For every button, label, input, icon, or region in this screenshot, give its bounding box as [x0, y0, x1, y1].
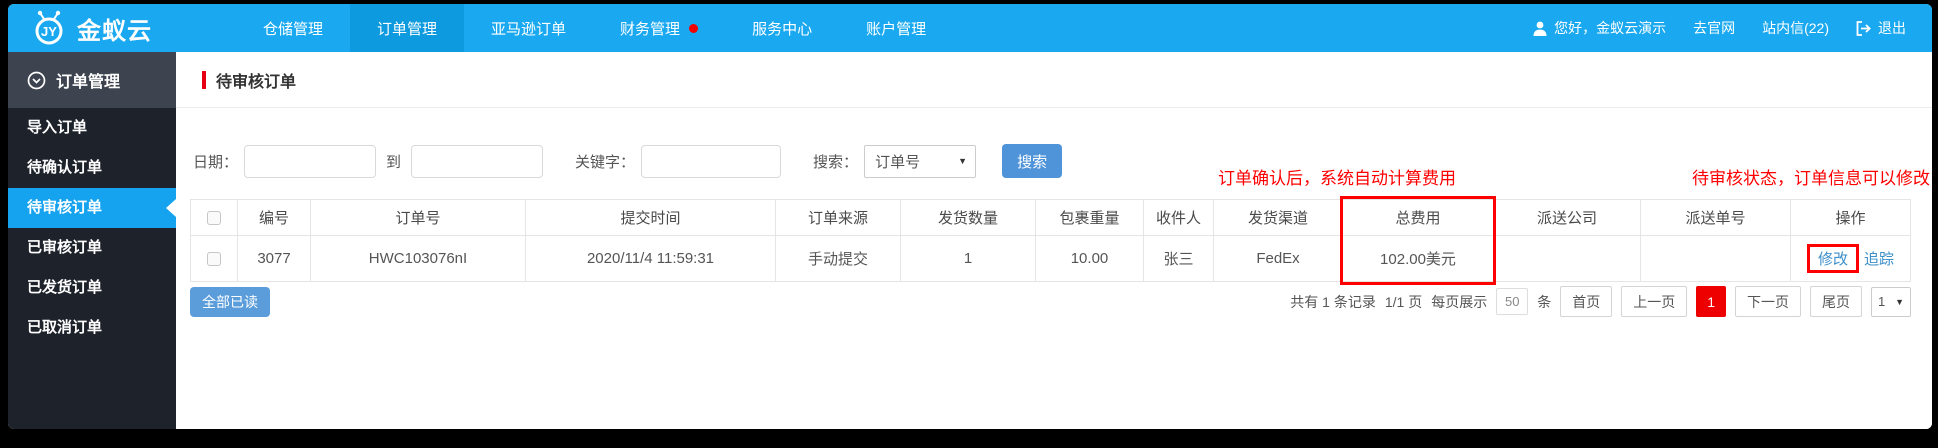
cell-source: 手动提交: [775, 235, 901, 282]
date-from-input[interactable]: [244, 144, 377, 178]
user-greeting[interactable]: 您好，金蚁云演示: [1533, 18, 1666, 38]
chevron-down-circle-icon: [27, 71, 46, 89]
logout-button[interactable]: 退出: [1856, 18, 1906, 38]
svg-text:JY: JY: [41, 24, 57, 39]
nav-tab-warehouse[interactable]: 仓储管理: [236, 4, 350, 52]
date-label: 日期：: [193, 153, 239, 171]
prev-page-button[interactable]: 上一页: [1621, 286, 1688, 317]
header-qty: 发货数量: [900, 199, 1036, 236]
page-jump-select[interactable]: 1 ▼: [1871, 286, 1911, 317]
date-to-input[interactable]: [411, 144, 544, 178]
header-submit-time: 提交时间: [525, 199, 776, 236]
cell-submit-time: 2020/11/4 11:59:31: [525, 235, 776, 282]
header-select-all: [190, 199, 238, 236]
select-all-checkbox[interactable]: [207, 211, 221, 226]
sidebar: 订单管理 导入订单 待确认订单 待审核订单 已审核订单 已发货订单 已取消订单: [8, 52, 176, 429]
official-site-link[interactable]: 去官网: [1693, 18, 1735, 38]
cell-order-no: HWC103076nI: [310, 235, 526, 282]
title-accent-bar: [202, 70, 206, 89]
sidebar-item-pending-review-orders[interactable]: 待审核订单: [8, 188, 176, 228]
cell-recipient: 张三: [1143, 235, 1214, 282]
page-title: 待审核订单: [216, 73, 297, 91]
table-header-row: 编号 订单号 提交时间 订单来源 发货数量 包裹重量 收件人 发货渠道 总费用 …: [190, 199, 1911, 236]
nav-tab-finance[interactable]: 财务管理: [593, 4, 725, 52]
cell-total-fee: 102.00美元: [1342, 235, 1494, 282]
cell-actions: 修改 追踪: [1790, 235, 1911, 282]
header-recipient: 收件人: [1143, 199, 1214, 236]
nav-tab-service-center[interactable]: 服务中心: [725, 4, 839, 52]
brand-name: 金蚁云: [77, 17, 152, 45]
cell-id: 3077: [237, 235, 311, 282]
next-page-button[interactable]: 下一页: [1735, 286, 1801, 317]
annotation-status-note: 待审核状态，订单信息可以修改: [1692, 169, 1930, 188]
page-summary: 1/1 页: [1384, 293, 1423, 310]
per-page-unit: 条: [1537, 293, 1552, 310]
header-tracking-no: 派送单号: [1640, 199, 1791, 236]
brand-logo[interactable]: JY 金蚁云: [8, 4, 236, 52]
chevron-down-icon: ▼: [1895, 296, 1904, 307]
sidebar-item-pending-confirm-orders[interactable]: 待确认订单: [8, 148, 176, 188]
sidebar-item-cancelled-orders[interactable]: 已取消订单: [8, 308, 176, 348]
logout-icon: [1856, 20, 1871, 36]
modify-highlight-box: 修改: [1806, 244, 1859, 273]
orders-table-wrap: 编号 订单号 提交时间 订单来源 发货数量 包裹重量 收件人 发货渠道 总费用 …: [190, 196, 1911, 285]
search-button[interactable]: 搜索: [1002, 144, 1063, 178]
cell-qty: 1: [900, 235, 1036, 282]
record-summary: 共有 1 条记录: [1290, 293, 1376, 310]
page-title-bar: 待审核订单: [176, 52, 1932, 108]
header-weight: 包裹重量: [1035, 199, 1144, 236]
date-to-label: 到: [386, 153, 402, 171]
per-page-input[interactable]: [1496, 288, 1529, 315]
filter-toolbar: 日期： 到 关键字： 搜索： 订单号 ▼ 搜索: [193, 144, 1932, 178]
navbar-right: 您好，金蚁云演示 去官网 站内信(22) 退出: [1533, 4, 1932, 52]
keyword-input[interactable]: [641, 144, 782, 178]
mark-all-read-button[interactable]: 全部已读: [190, 286, 270, 317]
current-page-button[interactable]: 1: [1696, 286, 1726, 317]
app-window: JY 金蚁云 仓储管理 订单管理 亚马逊订单 财务管理 服务中心 账户管理 您好…: [8, 4, 1932, 429]
ant-logo-icon: JY: [35, 10, 63, 45]
header-id: 编号: [237, 199, 311, 236]
row-checkbox[interactable]: [207, 252, 221, 267]
top-navbar: JY 金蚁云 仓储管理 订单管理 亚马逊订单 财务管理 服务中心 账户管理 您好…: [8, 4, 1932, 52]
header-order-no: 订单号: [310, 199, 526, 236]
cell-channel: FedEx: [1213, 235, 1343, 282]
sidebar-header-orders[interactable]: 订单管理: [8, 52, 176, 108]
keyword-label: 关键字：: [575, 153, 636, 171]
nav-tab-account[interactable]: 账户管理: [839, 4, 953, 52]
header-delivery-company: 派送公司: [1493, 199, 1641, 236]
cell-weight: 10.00: [1035, 235, 1144, 282]
modify-link[interactable]: 修改: [1818, 251, 1848, 268]
table-footer: 全部已读 共有 1 条记录 1/1 页 每页展示 条 首页 上一页 1 下一页 …: [190, 286, 1911, 317]
main-content: 待审核订单 日期： 到 关键字： 搜索： 订单号 ▼ 搜索 订单确认后，系统自动…: [176, 52, 1932, 429]
orders-table: 编号 订单号 提交时间 订单来源 发货数量 包裹重量 收件人 发货渠道 总费用 …: [190, 199, 1911, 282]
sidebar-item-shipped-orders[interactable]: 已发货订单: [8, 268, 176, 308]
cell-delivery-company: [1493, 235, 1641, 282]
header-actions: 操作: [1790, 199, 1911, 236]
per-page-label: 每页展示: [1431, 293, 1488, 310]
header-source: 订单来源: [775, 199, 901, 236]
notification-dot-icon: [689, 23, 699, 33]
header-total-fee: 总费用: [1342, 199, 1494, 236]
main-menu: 仓储管理 订单管理 亚马逊订单 财务管理 服务中心 账户管理: [236, 4, 953, 52]
first-page-button[interactable]: 首页: [1560, 286, 1613, 317]
annotation-fee-note: 订单确认后，系统自动计算费用: [1218, 169, 1456, 188]
cell-tracking-no: [1640, 235, 1791, 282]
nav-tab-amazon-orders[interactable]: 亚马逊订单: [464, 4, 593, 52]
search-type-label: 搜索：: [813, 153, 859, 171]
last-page-button[interactable]: 尾页: [1810, 286, 1862, 317]
nav-tab-orders[interactable]: 订单管理: [350, 4, 465, 52]
chevron-down-icon: ▼: [958, 156, 968, 166]
site-messages-link[interactable]: 站内信(22): [1762, 18, 1829, 38]
pagination: 共有 1 条记录 1/1 页 每页展示 条 首页 上一页 1 下一页 尾页 1 …: [1290, 286, 1911, 317]
header-channel: 发货渠道: [1213, 199, 1343, 236]
table-row: 3077 HWC103076nI 2020/11/4 11:59:31 手动提交…: [190, 235, 1911, 282]
track-link[interactable]: 追踪: [1864, 251, 1894, 268]
sidebar-item-reviewed-orders[interactable]: 已审核订单: [8, 228, 176, 268]
user-icon: [1533, 21, 1547, 36]
search-type-select[interactable]: 订单号 ▼: [864, 144, 977, 178]
sidebar-item-import-orders[interactable]: 导入订单: [8, 108, 176, 148]
